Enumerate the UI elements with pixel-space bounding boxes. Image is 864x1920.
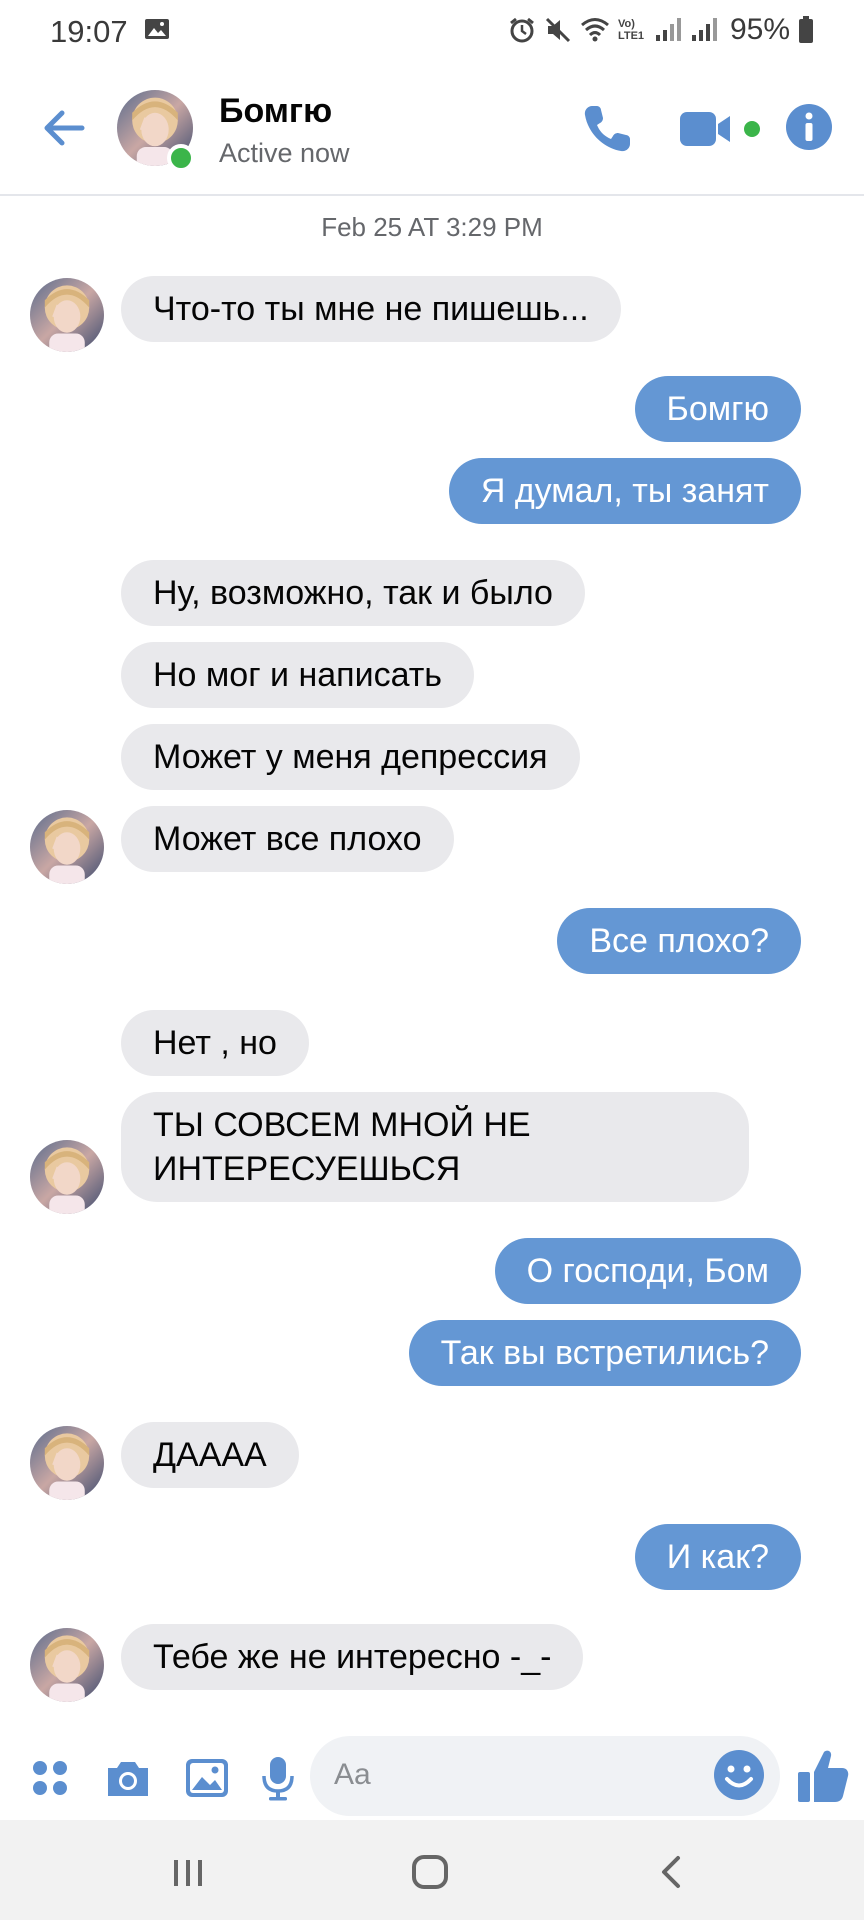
signal-icon	[654, 17, 682, 43]
signal-icon-2	[690, 17, 718, 43]
apps-icon[interactable]	[28, 1754, 76, 1802]
sender-avatar[interactable]	[30, 810, 104, 884]
alarm-icon	[508, 16, 536, 44]
sender-avatar[interactable]	[30, 278, 104, 352]
message-bubble-outgoing[interactable]: Так вы встретились?	[408, 1320, 801, 1386]
conversation-timestamp: Feb 25 AT 3:29 PM	[321, 212, 543, 242]
system-navigation-bar	[0, 1820, 864, 1920]
wifi-icon	[580, 17, 610, 43]
contact-status: Active now	[219, 138, 350, 168]
microphone-icon[interactable]	[254, 1754, 302, 1802]
emoji-icon[interactable]	[712, 1748, 766, 1802]
message-bubble-incoming[interactable]: Тебе же не интересно -_-	[121, 1624, 584, 1690]
message-composer: Aa	[0, 1734, 864, 1820]
message-input-placeholder: Aa	[334, 1758, 371, 1791]
battery-percent: 95%	[729, 13, 790, 46]
message-input[interactable]: Aa	[310, 1736, 780, 1816]
message-bubble-outgoing[interactable]: О господи, Бом	[494, 1238, 801, 1304]
network-label: Vo) LTE1	[617, 18, 645, 42]
online-indicator	[167, 144, 195, 172]
message-bubble-outgoing[interactable]: Я думал, ты занят	[448, 458, 801, 524]
message-bubble-incoming[interactable]: Может у меня депрессия	[121, 724, 580, 790]
gallery-icon[interactable]	[183, 1754, 231, 1802]
video-camera-icon[interactable]	[678, 106, 764, 152]
message-bubble-outgoing[interactable]: Бомгю	[634, 376, 801, 442]
sender-avatar[interactable]	[30, 1426, 104, 1500]
message-bubble-incoming[interactable]: ДАААА	[121, 1422, 299, 1488]
home-icon[interactable]	[408, 1850, 452, 1894]
sender-avatar[interactable]	[30, 1628, 104, 1702]
mute-icon	[544, 16, 572, 44]
recent-apps-icon[interactable]	[166, 1850, 210, 1894]
message-bubble-incoming[interactable]: Что-то ты мне не пишешь...	[121, 276, 621, 342]
gallery-notification-icon	[144, 18, 170, 40]
message-bubble-outgoing[interactable]: И как?	[634, 1524, 801, 1590]
info-icon[interactable]	[784, 102, 834, 152]
thumbs-up-icon[interactable]	[796, 1748, 850, 1804]
camera-icon[interactable]	[104, 1754, 152, 1802]
message-bubble-incoming[interactable]: Но мог и написать	[121, 642, 475, 708]
status-time: 19:07	[50, 14, 128, 49]
conversation-header: Бомгю Active now	[0, 62, 864, 196]
contact-name[interactable]: Бомгю	[219, 92, 332, 131]
sender-avatar[interactable]	[30, 1140, 104, 1214]
message-bubble-outgoing[interactable]: Все плохо?	[557, 908, 801, 974]
message-bubble-incoming[interactable]: ТЫ СОВСЕМ МНОЙ НЕ ИНТЕРЕСУЕШЬСЯ	[121, 1092, 749, 1202]
message-bubble-incoming[interactable]: Ну, возможно, так и было	[121, 560, 585, 626]
back-arrow-icon[interactable]	[38, 102, 90, 154]
message-bubble-incoming[interactable]: Нет , но	[121, 1010, 309, 1076]
message-list[interactable]: Feb 25 AT 3:29 PM Что-то ты мне не пишеш…	[0, 198, 864, 1734]
status-icons: Vo) LTE1 95%	[508, 12, 814, 48]
back-nav-icon[interactable]	[650, 1850, 694, 1894]
message-bubble-incoming[interactable]: Может все плохо	[121, 806, 454, 872]
battery-icon	[798, 16, 814, 44]
phone-icon[interactable]	[578, 100, 636, 158]
status-bar: 19:07 Vo) LTE1 95%	[0, 0, 864, 62]
